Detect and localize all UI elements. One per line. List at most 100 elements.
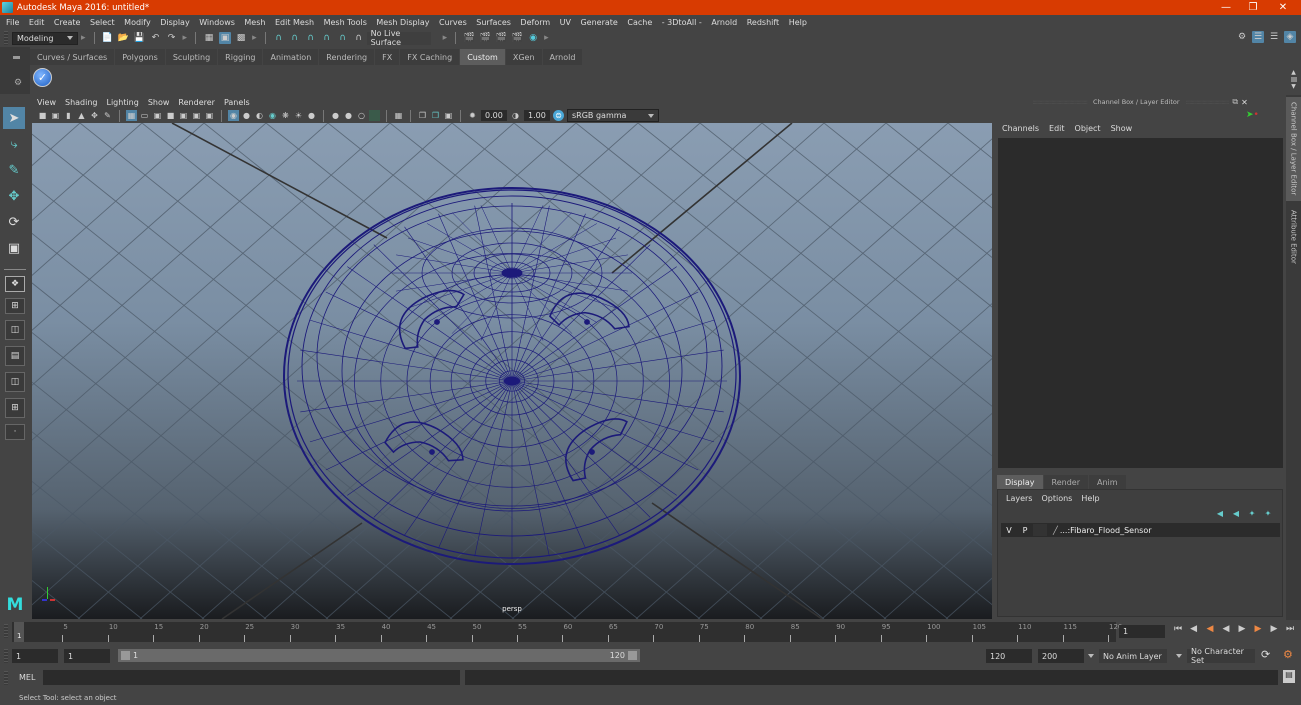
- ambient-occlusion-icon[interactable]: ●: [306, 110, 317, 121]
- snap-grid-icon[interactable]: ∩: [273, 32, 285, 44]
- four-view-layout-button[interactable]: ⊞: [5, 298, 25, 314]
- shelf-tab-fx-caching[interactable]: FX Caching: [400, 49, 461, 65]
- restore-button[interactable]: ❐: [1238, 0, 1268, 15]
- menu-arnold[interactable]: Arnold: [711, 18, 737, 27]
- redo-icon[interactable]: ↷: [166, 32, 178, 44]
- menu-generate[interactable]: Generate: [580, 18, 617, 27]
- grip-handle[interactable]: [4, 31, 8, 45]
- range-start-handle[interactable]: [121, 651, 130, 660]
- menu-select[interactable]: Select: [90, 18, 115, 27]
- textured-icon[interactable]: ◉: [267, 110, 278, 121]
- layer-color-icon[interactable]: ╱: [1053, 526, 1058, 535]
- viewport-menu-renderer[interactable]: Renderer: [178, 98, 215, 107]
- manipulator-axis-icon[interactable]: ➤•: [1246, 110, 1259, 120]
- shelf-tab-rendering[interactable]: Rendering: [319, 49, 376, 65]
- motion-blur-icon[interactable]: ●: [330, 110, 341, 121]
- float-panel-icon[interactable]: ⧉: [1232, 97, 1238, 107]
- menu-edit-mesh[interactable]: Edit Mesh: [275, 18, 314, 27]
- shelf-tab-xgen[interactable]: XGen: [505, 49, 543, 65]
- ipr-render-icon[interactable]: 🎬: [495, 32, 507, 44]
- exposure-icon[interactable]: ✹: [467, 110, 478, 121]
- exposure-field[interactable]: 0.00: [481, 110, 507, 121]
- use-all-lights-icon[interactable]: ❋: [280, 110, 291, 121]
- create-layer-from-selected-icon[interactable]: ✦: [1262, 508, 1274, 518]
- viewport-menu-lighting[interactable]: Lighting: [106, 98, 138, 107]
- channel-box-area[interactable]: [998, 138, 1283, 468]
- collapse-arrow-icon[interactable]: ▸: [183, 33, 188, 43]
- shelf-tab-custom[interactable]: Custom: [460, 49, 506, 65]
- menu-mesh[interactable]: Mesh: [244, 18, 265, 27]
- gate-mask-icon[interactable]: ■: [165, 110, 176, 121]
- layer-playback-toggle[interactable]: P: [1017, 526, 1033, 535]
- collapse-arrow-icon[interactable]: ▸: [443, 33, 448, 43]
- go-to-end-button[interactable]: ⏭: [1282, 624, 1298, 634]
- channel-box-menu-edit[interactable]: Edit: [1049, 124, 1065, 133]
- undo-icon[interactable]: ↶: [150, 32, 162, 44]
- render-view-icon[interactable]: 🎬: [463, 32, 475, 44]
- layer-row[interactable]: V P ╱ ...:Fibaro_Flood_Sensor: [1001, 523, 1280, 537]
- layer-tab-display[interactable]: Display: [997, 475, 1043, 489]
- backface-culling-icon[interactable]: ▣: [443, 110, 454, 121]
- chevron-down-icon[interactable]: [1176, 654, 1182, 658]
- color-management-icon[interactable]: ⊜: [553, 110, 564, 121]
- select-object-icon[interactable]: ▣: [219, 32, 232, 44]
- animation-preferences-icon[interactable]: ⚙: [1283, 648, 1293, 661]
- snap-live-icon[interactable]: ∩: [337, 32, 349, 44]
- layer-menu-help[interactable]: Help: [1081, 494, 1099, 503]
- timeline-track[interactable]: 1 5 10 15 20 25 30 35 40 45 50 55 60 65 70 75 80 85 90 95 1…: [12, 622, 1122, 642]
- tool-settings-toggle-icon[interactable]: ☰: [1268, 31, 1280, 43]
- step-back-frame-button[interactable]: ◀: [1186, 624, 1202, 634]
- anim-layer-dropdown[interactable]: No Anim Layer: [1099, 649, 1167, 663]
- script-editor-icon[interactable]: ▤: [1283, 670, 1295, 683]
- menu-edit[interactable]: Edit: [29, 18, 45, 27]
- wireframe-on-shaded-icon[interactable]: ◐: [254, 110, 265, 121]
- save-scene-icon[interactable]: 💾: [134, 32, 146, 44]
- menu-create[interactable]: Create: [54, 18, 81, 27]
- menu-modify[interactable]: Modify: [124, 18, 151, 27]
- shelf-menu-icon[interactable]: [13, 56, 20, 59]
- menu-surfaces[interactable]: Surfaces: [476, 18, 511, 27]
- move-tool[interactable]: ✥: [3, 185, 25, 207]
- animation-start-field[interactable]: 1: [12, 649, 58, 663]
- menu-mesh-display[interactable]: Mesh Display: [376, 18, 429, 27]
- scroll-thumb[interactable]: [1290, 77, 1297, 82]
- menu-curves[interactable]: Curves: [439, 18, 467, 27]
- bookmark-icon[interactable]: ▮: [63, 110, 74, 121]
- hypershade-icon[interactable]: ◉: [527, 32, 539, 44]
- camera-attributes-icon[interactable]: ▣: [50, 110, 61, 121]
- collapse-arrow-icon[interactable]: ▸: [81, 33, 86, 43]
- xray-icon[interactable]: ▦: [393, 110, 404, 121]
- channel-box-menu-channels[interactable]: Channels: [1002, 124, 1039, 133]
- lasso-tool[interactable]: ⤷: [3, 133, 25, 155]
- command-language-label[interactable]: MEL: [19, 673, 35, 682]
- menu-redshift[interactable]: Redshift: [747, 18, 779, 27]
- select-hierarchy-icon[interactable]: ▦: [203, 32, 215, 44]
- shelf-tab-rigging[interactable]: Rigging: [218, 49, 264, 65]
- viewport-canvas[interactable]: [32, 123, 992, 619]
- collapse-arrow-icon[interactable]: ▸: [252, 33, 257, 43]
- menu-windows[interactable]: Windows: [199, 18, 235, 27]
- layer-name[interactable]: ...:Fibaro_Flood_Sensor: [1060, 526, 1152, 535]
- channel-box-menu-object[interactable]: Object: [1075, 124, 1101, 133]
- gamma-icon[interactable]: ◑: [510, 110, 521, 121]
- color-space-dropdown[interactable]: sRGB gamma: [567, 109, 659, 122]
- menu-mesh-tools[interactable]: Mesh Tools: [324, 18, 367, 27]
- shadows-icon[interactable]: ☀: [293, 110, 304, 121]
- single-perspective-layout-button[interactable]: ❖: [5, 276, 25, 292]
- select-camera-icon[interactable]: ■: [37, 110, 48, 121]
- scroll-down-icon[interactable]: ▼: [1286, 83, 1301, 90]
- smooth-shade-icon[interactable]: ●: [241, 110, 252, 121]
- persp-hypershade-layout-button[interactable]: ⊞: [5, 398, 25, 418]
- animation-end-field[interactable]: 200: [1038, 649, 1084, 663]
- film-gate-icon[interactable]: ▭: [139, 110, 150, 121]
- play-backwards-button[interactable]: ◀: [1218, 624, 1234, 634]
- persp-graph-layout-button[interactable]: ▤: [5, 346, 25, 366]
- go-to-start-button[interactable]: ⏮: [1170, 624, 1186, 634]
- chevron-down-icon[interactable]: [1088, 654, 1094, 658]
- layer-menu-layers[interactable]: Layers: [1006, 494, 1032, 503]
- menu-deform[interactable]: Deform: [520, 18, 550, 27]
- gamma-field[interactable]: 1.00: [524, 110, 550, 121]
- tab-attribute-editor[interactable]: Attribute Editor: [1286, 203, 1301, 271]
- layer-tab-render[interactable]: Render: [1043, 475, 1088, 489]
- step-back-key-button[interactable]: ◀: [1202, 624, 1218, 634]
